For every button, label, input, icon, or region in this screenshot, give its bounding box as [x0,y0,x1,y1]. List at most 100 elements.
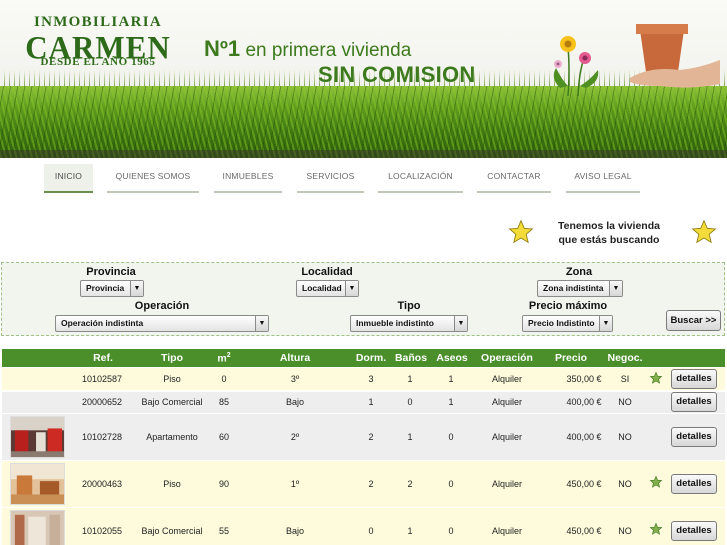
slogan-line1: Nº1 en primera vivienda [204,36,411,62]
table-row[interactable]: 20000652 Bajo Comercial 85 Bajo 1 0 1 Al… [2,392,725,413]
cell-m2: 60 [218,432,230,442]
cell-tipo: Bajo Comercial [141,397,203,407]
chevron-down-icon: ▼ [454,316,467,331]
col-dorm: Dorm. [355,352,387,364]
property-photo[interactable] [10,416,65,458]
precio-label: Precio máximo [528,300,608,312]
precio-select-value: Precio Indistinto [528,318,595,328]
col-m2-exponent: 2 [226,352,231,359]
cell-tipo: Apartamento [146,432,198,442]
tipo-select-value: Inmueble indistinto [356,318,434,328]
operacion-select[interactable]: Operación indistinta ▼ [55,315,269,332]
cell-dorm: 0 [368,526,374,536]
table-row[interactable]: 10102055 Bajo Comercial 55 Bajo 0 1 0 Al… [2,508,725,545]
col-ref: Ref. [93,352,113,364]
cell-operacion: Alquiler [491,479,523,489]
cell-ref: 20000652 [81,397,123,407]
property-photo[interactable] [10,510,65,545]
chevron-down-icon: ▼ [599,316,612,331]
chevron-down-icon: ▼ [255,316,268,331]
chevron-down-icon: ▼ [609,281,622,296]
featured-star-icon [649,522,663,535]
col-m2-unit: m [217,352,227,365]
cell-altura: 1º [290,479,300,489]
col-precio: Precio [554,352,588,364]
promo-line1: Tenemos la vivienda [558,220,660,232]
promo-message: Tenemos la vivienda que estás buscando [542,219,676,247]
cell-dorm: 2 [368,479,374,489]
localidad-select-value: Localidad [302,283,342,293]
precio-select[interactable]: Precio Indistinto ▼ [522,315,613,332]
col-m2: m2 [217,352,230,365]
cell-altura: Bajo [285,526,305,536]
cell-altura: 3º [290,374,300,384]
provincia-select-value: Provincia [86,283,125,293]
table-row[interactable]: 10102587 Piso 0 3º 3 1 1 Alquiler 350,00… [2,368,725,390]
cell-banos: 2 [407,479,413,489]
cell-operacion: Alquiler [491,432,523,442]
logo-sub-text: DESDE EL AÑO 1965 [40,56,156,68]
nav-item-servicios[interactable]: SERVICIOS [297,164,364,193]
cell-ref: 10102587 [81,374,123,384]
cell-ref: 10102055 [81,526,123,536]
cell-altura: Bajo [285,397,305,407]
col-banos: Baños [394,352,428,364]
featured-star-icon [649,475,663,488]
cell-aseos: 1 [448,397,454,407]
cell-banos: 1 [407,526,413,536]
zona-select[interactable]: Zona indistinta ▼ [537,280,623,297]
cell-aseos: 0 [448,479,454,489]
col-tipo: Tipo [161,352,183,364]
nav-item-inicio[interactable]: INICIO [44,164,93,193]
cell-banos: 0 [407,397,413,407]
cell-negoc: SI [620,374,630,384]
banner-bottom-edge [0,150,727,158]
header-banner: INMOBILIARIA CARMEN DESDE EL AÑO 1965 Nº… [0,0,727,158]
cell-precio: 350,00 € [566,374,602,384]
tipo-label: Tipo [397,300,421,312]
table-row[interactable]: 10102728 Apartamento 60 2º 2 1 0 Alquile… [2,414,725,460]
nav-item-localizacion[interactable]: LOCALIZACIÓN [378,164,463,193]
grass-background [0,86,727,158]
chevron-down-icon: ▼ [130,281,143,296]
provincia-select[interactable]: Provincia ▼ [80,280,144,297]
cell-aseos: 0 [448,526,454,536]
cell-aseos: 1 [448,374,454,384]
slogan-line2: SIN COMISION [318,62,476,87]
details-button[interactable]: detalles [671,427,717,447]
cell-m2: 90 [218,479,230,489]
cell-negoc: NO [618,479,632,489]
details-button[interactable]: detalles [671,392,717,412]
cell-ref: 10102728 [81,432,123,442]
tipo-select[interactable]: Inmueble indistinto ▼ [350,315,468,332]
nav-item-aviso-legal[interactable]: AVISO LEGAL [566,164,640,193]
cell-banos: 1 [407,432,413,442]
zona-label: Zona [565,266,593,278]
star-icon [508,219,534,244]
cell-aseos: 0 [448,432,454,442]
search-button[interactable]: Buscar >> [666,310,721,331]
operacion-select-value: Operación indistinta [61,318,144,328]
slogan-line1-rest: en primera vivienda [240,40,412,61]
flower-illustration [553,36,599,97]
cell-tipo: Piso [163,374,181,384]
details-button[interactable]: detalles [671,369,717,389]
details-button[interactable]: detalles [671,474,717,494]
cell-m2: 0 [221,374,227,384]
cell-dorm: 1 [368,397,374,407]
localidad-select[interactable]: Localidad ▼ [296,280,359,297]
property-photo[interactable] [10,463,65,505]
cell-banos: 1 [407,374,413,384]
cell-operacion: Alquiler [491,397,523,407]
nav-item-inmuebles[interactable]: INMUEBLES [214,164,282,193]
nav-item-contactar[interactable]: CONTACTAR [477,164,551,193]
localidad-label: Localidad [301,266,353,278]
cell-m2: 85 [218,397,230,407]
table-row[interactable]: 20000463 Piso 90 1º 2 2 0 Alquiler 450,0… [2,461,725,507]
nav-item-quienes-somos[interactable]: QUIENES SOMOS [107,164,199,193]
results-table-header: Ref. Tipo m2 Altura Dorm. Baños Aseos Op… [2,349,725,367]
search-form: Provincia Provincia ▼ Localidad Localidad… [1,262,725,336]
cell-negoc: NO [618,397,632,407]
cell-dorm: 3 [368,374,374,384]
details-button[interactable]: detalles [671,521,717,541]
